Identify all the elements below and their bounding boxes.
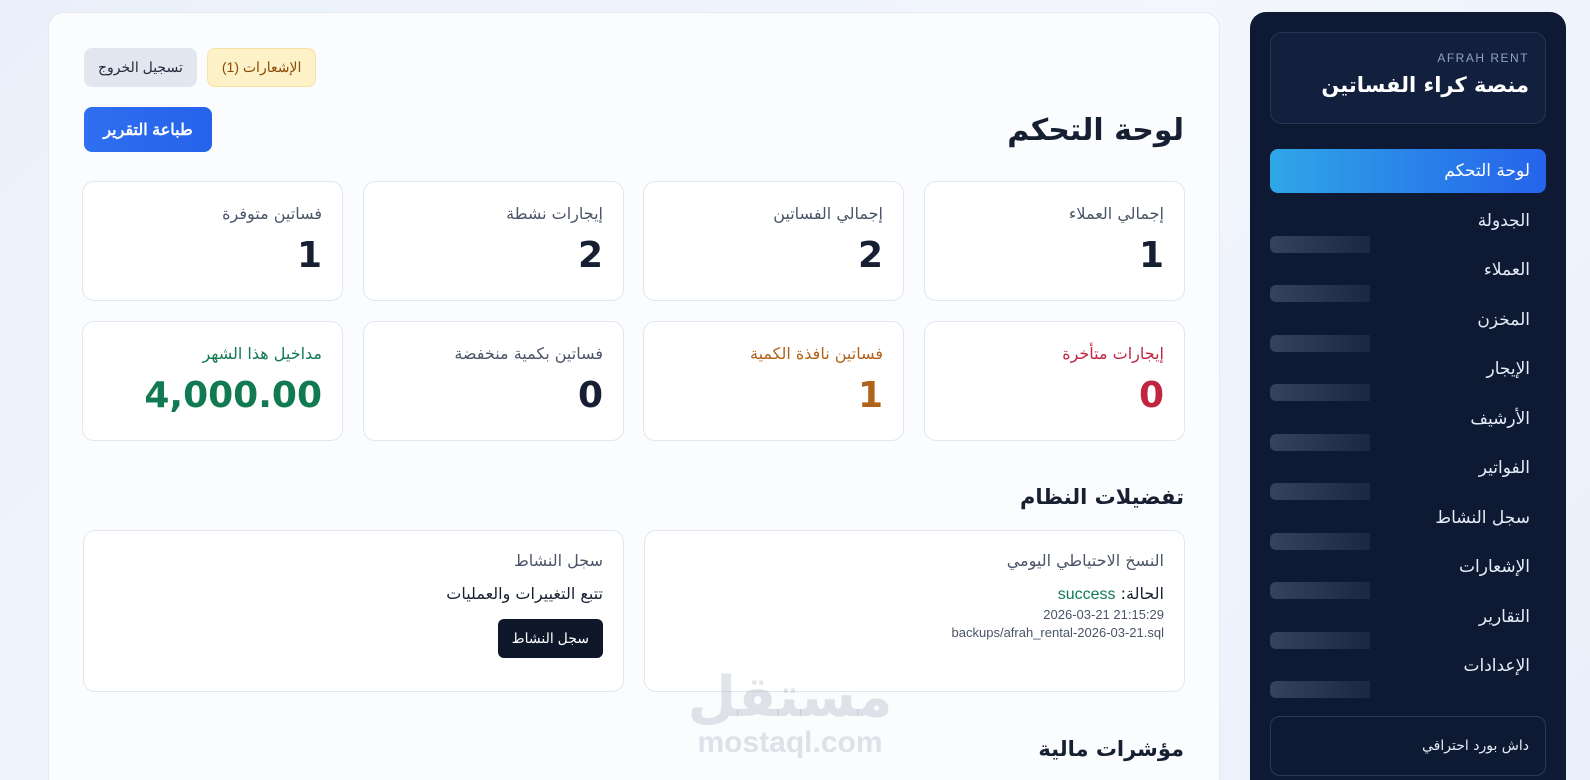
watermark-latin: mostaql.com: [697, 726, 883, 759]
stat-value: 0: [577, 375, 603, 416]
sidebar-item-invoices[interactable]: الفواتير: [1270, 446, 1546, 500]
preferences-title: تفضيلات النظام: [1019, 485, 1184, 509]
sidebar-item-rentals[interactable]: الإيجار: [1270, 347, 1546, 401]
stat-label: فساتين بكمية منخفضة: [454, 344, 603, 363]
sidebar-nav: لوحة التحكم الجدولة العملاء المخزن الإيج…: [1270, 149, 1546, 698]
brand-title: منصة كراء الفساتين: [1321, 73, 1529, 97]
watermark: مستقل mostaql.com: [640, 670, 940, 760]
brand-tag: AFRAH RENT: [1437, 51, 1529, 65]
main-panel: تسجيل الخروج الإشعارات (1) طباعة التقرير…: [48, 12, 1220, 780]
stat-value: 4,000.00: [144, 375, 322, 416]
activity-log-button[interactable]: سجل النشاط: [497, 619, 603, 658]
stat-value: 2: [857, 235, 883, 276]
stat-label: إجمالي العملاء: [1068, 204, 1164, 223]
watermark-arabic: مستقل: [687, 665, 893, 730]
sidebar-item-schedule[interactable]: الجدولة: [1270, 199, 1546, 253]
sidebar-item-reports[interactable]: التقارير: [1270, 595, 1546, 649]
stat-label: مداخيل هذا الشهر: [202, 344, 323, 363]
stat-label: إيجارات نشطة: [506, 204, 603, 223]
backup-timestamp: 2026-03-21 21:15:29: [1043, 607, 1164, 622]
sidebar-item-notifications[interactable]: الإشعارات: [1270, 545, 1546, 599]
backup-status-prefix: الحالة:: [1120, 584, 1164, 603]
notifications-button[interactable]: الإشعارات (1): [206, 48, 317, 87]
stat-card-total-clients: إجمالي العملاء 1: [924, 181, 1185, 301]
stat-card-active-rentals: إيجارات نشطة 2: [363, 181, 624, 301]
backup-label: النسخ الاحتياطي اليومي: [1006, 551, 1164, 570]
stat-label: فساتين متوفرة: [222, 204, 322, 223]
stat-card-low-stock: فساتين بكمية منخفضة 0: [363, 321, 624, 441]
sidebar-item-dashboard[interactable]: لوحة التحكم: [1270, 149, 1546, 193]
backup-status-value: success: [1057, 586, 1116, 603]
stat-card-monthly-income: مداخيل هذا الشهر 4,000.00: [82, 321, 343, 441]
sidebar-item-label: لوحة التحكم: [1444, 161, 1530, 181]
activity-card: سجل النشاط تتبع التغييرات والعمليات سجل …: [83, 530, 624, 692]
activity-description: تتبع التغييرات والعمليات: [446, 584, 603, 603]
sidebar-item-archive[interactable]: الأرشيف: [1270, 397, 1546, 451]
sidebar-item-inventory[interactable]: المخزن: [1270, 298, 1546, 352]
financial-indicators-title: مؤشرات مالية: [1038, 737, 1184, 761]
stat-label: إجمالي الفساتين: [773, 204, 883, 223]
topbar-actions: تسجيل الخروج الإشعارات (1): [84, 48, 317, 87]
sidebar-item-label: الإعدادات: [1463, 656, 1530, 676]
stat-value: 2: [577, 235, 603, 276]
stat-card-out-of-stock: فساتين نافذة الكمية 1: [643, 321, 904, 441]
sidebar-item-activity-log[interactable]: سجل النشاط: [1270, 496, 1546, 550]
stat-label: إيجارات متأخرة: [1062, 344, 1164, 363]
sidebar-footer: داش بورد احترافي: [1270, 716, 1546, 776]
sidebar-item-label: المخزن: [1477, 309, 1530, 330]
sidebar-item-label: الفواتير: [1478, 458, 1530, 478]
print-report-button[interactable]: طباعة التقرير: [84, 107, 212, 152]
page-title: لوحة التحكم: [1007, 113, 1184, 148]
stat-value: 1: [857, 375, 883, 416]
sidebar-item-label: التقارير: [1478, 606, 1530, 627]
stat-value: 1: [1138, 235, 1164, 276]
stat-card-available-dresses: فساتين متوفرة 1: [82, 181, 343, 301]
brand-box: AFRAH RENT منصة كراء الفساتين: [1270, 32, 1546, 124]
backup-status: الحالة: success: [665, 584, 1164, 604]
backup-path: backups/afrah_rental-2026-03-21.sql: [951, 625, 1164, 640]
activity-label: سجل النشاط: [513, 551, 603, 570]
sidebar-item-label: الإشعارات: [1459, 557, 1530, 577]
sidebar-item-label: سجل النشاط: [1435, 507, 1530, 528]
sidebar-footer-label: داش بورد احترافي: [1422, 738, 1529, 754]
item-shadow-decoration: [1270, 681, 1370, 698]
stat-label: فساتين نافذة الكمية: [750, 344, 883, 363]
sidebar-item-label: الإيجار: [1486, 359, 1530, 379]
sidebar: AFRAH RENT منصة كراء الفساتين لوحة التحك…: [1250, 12, 1566, 780]
stat-value: 0: [1138, 375, 1164, 416]
stat-value: 1: [296, 235, 322, 276]
sidebar-item-label: الجدولة: [1477, 210, 1530, 231]
sidebar-item-settings[interactable]: الإعدادات: [1270, 644, 1546, 698]
logout-button[interactable]: تسجيل الخروج: [84, 48, 197, 87]
sidebar-item-label: العملاء: [1483, 260, 1530, 280]
sidebar-item-label: الأرشيف: [1470, 408, 1530, 429]
stat-card-total-dresses: إجمالي الفساتين 2: [643, 181, 904, 301]
stat-card-late-rentals: إيجارات متأخرة 0: [924, 321, 1185, 441]
sidebar-item-clients[interactable]: العملاء: [1270, 248, 1546, 302]
